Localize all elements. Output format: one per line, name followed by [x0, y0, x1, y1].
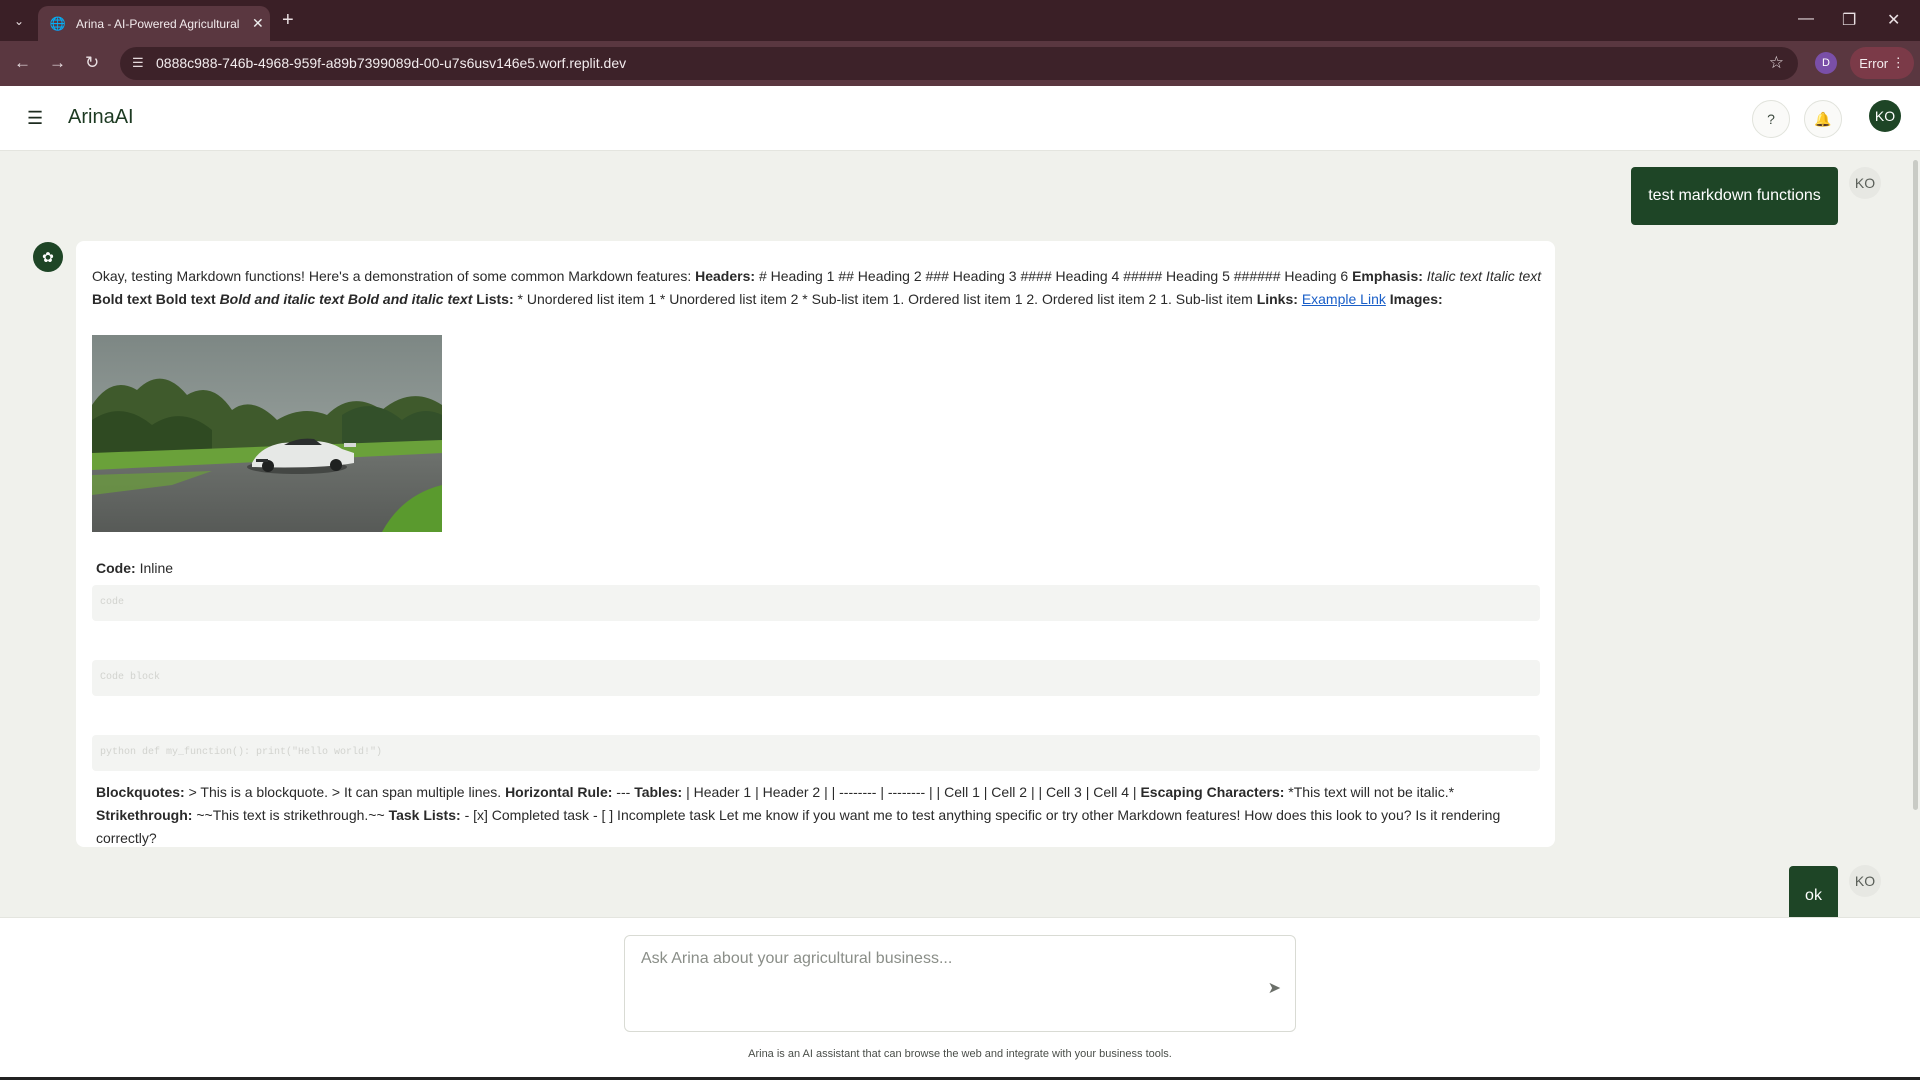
star-icon[interactable]: ☆ [1769, 53, 1784, 73]
code-label: Code: [96, 560, 136, 576]
help-button[interactable]: ? [1752, 100, 1790, 138]
bold-italic-text: Bold and italic text Bold and italic tex… [219, 291, 473, 307]
escaping-label: Escaping Characters: [1140, 784, 1285, 800]
app-header: ☰ ArinaAI ? 🔔 KO [0, 86, 1920, 151]
code-block: Code block [92, 660, 1540, 696]
markdown-image [92, 335, 442, 532]
arrow-left-icon[interactable]: ← [14, 53, 31, 73]
headers-text: # Heading 1 ## Heading 2 ### Heading 3 #… [758, 268, 1349, 284]
hr-text: --- [616, 784, 631, 800]
code-block: python def my_function(): print("Hello w… [92, 735, 1540, 771]
chat-area: test markdown functions KO ✿ Okay, testi… [0, 151, 1910, 917]
message-input-placeholder: Ask Arina about your agricultural busine… [641, 950, 953, 967]
links-label: Links: [1256, 291, 1298, 307]
close-window-icon[interactable]: ✕ [1887, 10, 1900, 30]
url-text[interactable]: 0888c988-746b-4968-959f-a89b7399089d-00-… [156, 55, 626, 71]
tables-text: | Header 1 | Header 2 | | -------- | ---… [686, 784, 1137, 800]
race-car-photo [92, 335, 442, 532]
bell-icon: 🔔 [1814, 110, 1832, 127]
new-tab-icon[interactable]: + [282, 10, 294, 30]
user-message-avatar: KO [1849, 865, 1881, 897]
escaping-text: *This text will not be italic.* [1288, 784, 1455, 800]
italic-text: Italic text Italic text [1426, 268, 1542, 284]
composer: Ask Arina about your agricultural busine… [0, 917, 1920, 1081]
notifications-button[interactable]: 🔔 [1804, 100, 1842, 138]
code-block: code [92, 585, 1540, 621]
arrow-right-icon[interactable]: → [49, 53, 66, 73]
user-message-text: test markdown functions [1648, 187, 1821, 204]
profile-avatar[interactable]: D [1815, 52, 1837, 74]
intro-text: Okay, testing Markdown functions! Here's… [92, 268, 692, 284]
bold-text: Bold text Bold text [92, 291, 216, 307]
tab-list-chevron-down-icon[interactable]: ⌄ [8, 10, 30, 32]
user-avatar[interactable]: KO [1869, 100, 1901, 132]
tab-title: Arina - AI-Powered Agricultural [76, 16, 240, 31]
browser-toolbar: ← → ↻ ☰ 0888c988-746b-4968-959f-a89b7399… [0, 41, 1920, 86]
browser-tab-bar: ⌄ 🌐 Arina - AI-Powered Agricultural ✕ + … [0, 0, 1920, 41]
assistant-message-paragraph: Okay, testing Markdown functions! Here's… [92, 265, 1542, 311]
lists-label: Lists: [476, 291, 514, 307]
blockquotes-label: Blockquotes: [96, 784, 185, 800]
minimize-icon[interactable]: — [1798, 10, 1814, 28]
blockquotes-text: > This is a blockquote. > It can span mu… [188, 784, 502, 800]
message-input[interactable]: Ask Arina about your agricultural busine… [624, 935, 1296, 1032]
user-message-avatar: KO [1849, 167, 1881, 199]
code-block-text: python def my_function(): print("Hello w… [100, 747, 383, 758]
assistant-message-card: Okay, testing Markdown functions! Here's… [76, 241, 1555, 847]
strikethrough-text: ~~This text is strikethrough.~~ [196, 807, 385, 823]
composer-footnote: Arina is an AI assistant that can browse… [748, 1048, 1172, 1060]
code-block-text: code [100, 597, 125, 608]
brand-title: ArinaAI [68, 106, 134, 128]
send-icon[interactable]: ➤ [1268, 978, 1281, 998]
error-button[interactable]: Error ⋮ [1850, 47, 1914, 79]
strikethrough-label: Strikethrough: [96, 807, 193, 823]
hamburger-icon[interactable]: ☰ [27, 108, 43, 129]
browser-tab[interactable]: 🌐 Arina - AI-Powered Agricultural ✕ [38, 6, 270, 41]
images-label: Images: [1389, 291, 1443, 307]
chat-scrollbar-thumb[interactable] [1913, 160, 1918, 810]
user-message-text: ok [1805, 887, 1822, 904]
code-inline-text: Inline [139, 560, 174, 576]
tables-label: Tables: [634, 784, 683, 800]
emphasis-label: Emphasis: [1352, 268, 1423, 284]
sprout-icon: ✿ [33, 242, 63, 272]
reload-icon[interactable]: ↻ [85, 53, 99, 73]
lists-text: * Unordered list item 1 * Unordered list… [517, 291, 1253, 307]
user-message-bubble: test markdown functions [1631, 167, 1838, 225]
restore-icon[interactable]: ❐ [1842, 10, 1856, 30]
error-label: Error [1859, 55, 1889, 71]
task-lists-label: Task Lists: [388, 807, 461, 823]
example-link[interactable]: Example Link [1302, 291, 1386, 307]
user-message-bubble: ok [1789, 866, 1838, 917]
address-bar[interactable]: ☰ 0888c988-746b-4968-959f-a89b7399089d-0… [120, 47, 1798, 80]
headers-label: Headers: [695, 268, 756, 284]
code-block-text: Code block [100, 672, 161, 683]
close-tab-icon[interactable]: ✕ [252, 15, 264, 32]
hr-label: Horizontal Rule: [505, 784, 613, 800]
assistant-message-paragraph-2: Blockquotes: > This is a blockquote. > I… [96, 781, 1544, 850]
help-icon: ? [1767, 111, 1775, 127]
globe-icon: 🌐 [49, 15, 67, 31]
tune-icon[interactable]: ☰ [132, 55, 144, 71]
code-line: Code: Inline [96, 560, 173, 576]
